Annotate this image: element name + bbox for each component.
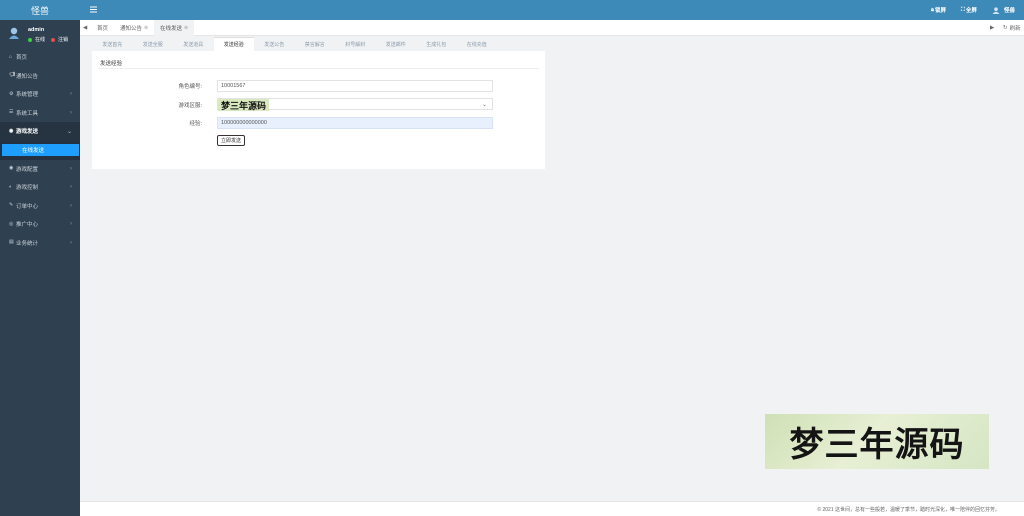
page-tab-label: 通知公告: [120, 26, 143, 32]
sidebar-item-label: 业务统计: [16, 240, 39, 247]
fullscreen-button[interactable]: ⛶ 全屏: [961, 6, 977, 15]
close-icon[interactable]: ⊗: [184, 25, 188, 31]
sidebar: admin 在线 注销 ⌂ 首页 📢︎ 通知公告 ⚙ 系统管理 › ☰ 系统工具 › ◉ 游戏发送 ⌄ 在…: [0, 20, 80, 516]
sidebar-item-label: 系统管理: [16, 92, 39, 99]
user-status: 在线 注销: [28, 36, 68, 43]
page-tabs: ◀︎ 首页 通知公告 ⊗ 在线发送 ⊗ ▶︎ ↻ 刷新: [80, 20, 1024, 36]
logout-link[interactable]: 注销: [58, 36, 68, 43]
sidebar-item[interactable]: ▤ 业务统计 ›: [0, 234, 80, 253]
user-name: admin: [28, 27, 45, 33]
form-panel: 发送经验 角色编号: 10001567 游戏区服: 梦三年源码 ⌄ 经验: 10…: [92, 51, 545, 169]
home-icon: ⌂: [9, 53, 13, 60]
function-tab[interactable]: 发送全服: [133, 37, 174, 51]
sidebar-item-label: 游戏控制: [16, 185, 39, 192]
online-dot-icon: [28, 37, 32, 42]
refresh-button[interactable]: ↻ 刷新: [1003, 20, 1021, 36]
gamepad-icon: ◉: [9, 127, 14, 134]
chevron-right-icon: ›: [70, 184, 72, 191]
sidebar-item[interactable]: ◉ 游戏配置 ›: [0, 160, 80, 179]
game-zone-select[interactable]: 梦三年源码 ⌄: [217, 98, 493, 111]
sidebar-item-label: 通知公告: [16, 73, 39, 80]
function-tab[interactable]: 发送首充: [92, 37, 133, 51]
function-tab[interactable]: 禁言解言: [295, 37, 336, 51]
sidebar-item-label: 游戏配置: [16, 166, 39, 173]
function-tab[interactable]: 发送经验: [213, 37, 254, 51]
sidebar-item-label: 订单中心: [16, 203, 39, 210]
sidebar-item[interactable]: ◎ 推广中心 ›: [0, 215, 80, 234]
menu-toggle-icon[interactable]: [90, 6, 97, 13]
lock-icon: 🔒︎: [931, 6, 934, 13]
sidebar-item-label: 推广中心: [16, 222, 39, 229]
game-zone-label: 游戏区服:: [178, 103, 202, 109]
control-icon: ◐: [9, 183, 13, 190]
refresh-icon: ↻: [1003, 25, 1008, 31]
send-now-button[interactable]: 立即发送: [217, 135, 246, 146]
pencil-icon: ✎: [9, 202, 14, 209]
user-avatar-icon: [992, 6, 1000, 14]
sidebar-item[interactable]: ◉ 游戏发送 ⌄: [0, 122, 80, 141]
zone-watermark: 梦三年源码: [218, 99, 270, 111]
page-tab[interactable]: 通知公告 ⊗: [120, 20, 148, 36]
chevron-right-icon: ›: [70, 239, 72, 246]
top-bar: 🔒︎ 锁屏 ⛶ 全屏 怪兽: [80, 0, 1024, 20]
chart-icon: ▤: [9, 239, 14, 246]
list-icon: ☰: [9, 109, 14, 116]
function-tab[interactable]: 发送邮件: [376, 37, 417, 51]
sidebar-item[interactable]: ✎ 订单中心 ›: [0, 197, 80, 216]
lock-screen-button[interactable]: 🔒︎ 锁屏: [931, 6, 946, 15]
function-tabs: 发送首充 发送全服 发送道具 发送经验 发送公告 禁言解言 封号解封 发送邮件 生成礼包 在线充值: [92, 37, 545, 51]
chevron-down-icon: ⌄: [66, 128, 72, 135]
tab-scroll-left-icon[interactable]: ◀︎: [83, 20, 87, 36]
function-tab[interactable]: 发送道具: [173, 37, 214, 51]
tab-scroll-right-icon[interactable]: ▶︎: [990, 20, 994, 36]
page-tab-label: 在线发送: [160, 26, 183, 32]
chevron-down-icon: ⌄: [481, 102, 487, 108]
function-tab[interactable]: 在线充值: [457, 37, 498, 51]
chevron-right-icon: ›: [70, 91, 72, 98]
experience-input[interactable]: 100000000000000: [217, 117, 493, 129]
avatar: [9, 27, 19, 39]
chevron-right-icon: ›: [70, 109, 72, 116]
eye-icon: ◎: [9, 220, 14, 227]
user-panel: admin 在线 注销: [0, 20, 80, 48]
sidebar-item-label: 首页: [16, 55, 28, 62]
function-tab[interactable]: 发送公告: [254, 37, 295, 51]
watermark-banner: 梦三年源码: [765, 414, 989, 469]
page-tab-label: 首页: [97, 26, 109, 32]
footer-text: © 2021 这世间，总有一些般若，温暖了季节，踏时光深化，唯一陪伴的回忆芬芳。: [817, 507, 1000, 513]
experience-label: 经验:: [189, 121, 202, 127]
close-icon[interactable]: ⊗: [144, 25, 148, 31]
sidebar-item-label: 游戏发送: [16, 129, 39, 136]
function-tab[interactable]: 封号解封: [335, 37, 376, 51]
logout-dot-icon: [51, 37, 56, 42]
megaphone-icon: 📢︎: [9, 72, 16, 79]
online-status: 在线: [35, 37, 46, 43]
footer: © 2021 这世间，总有一些般若，温暖了季节，踏时光深化，唯一陪伴的回忆芬芳。: [80, 501, 1024, 516]
sidebar-item-label: 系统工具: [16, 110, 39, 117]
sidebar-submenu: 在线发送: [0, 140, 80, 160]
sidebar-item[interactable]: ⌂ 首页: [0, 48, 80, 67]
function-tab[interactable]: 生成礼包: [416, 37, 457, 51]
gamepad-icon: ◉: [9, 165, 14, 172]
brand-logo[interactable]: 怪兽: [0, 0, 80, 20]
chevron-right-icon: ›: [70, 221, 72, 228]
sidebar-item[interactable]: ☰ 系统工具 ›: [0, 104, 80, 123]
page-tab[interactable]: 首页: [97, 20, 108, 36]
fullscreen-icon: ⛶: [961, 6, 965, 13]
page-tab[interactable]: 在线发送 ⊗: [154, 20, 195, 36]
sidebar-subitem-active[interactable]: 在线发送: [2, 143, 79, 156]
user-menu-button[interactable]: 怪兽: [992, 6, 1015, 14]
gear-icon: ⚙: [9, 90, 14, 97]
sidebar-item[interactable]: ◐ 游戏控制 ›: [0, 178, 80, 197]
sidebar-menu: ⌂ 首页 📢︎ 通知公告 ⚙ 系统管理 › ☰ 系统工具 › ◉ 游戏发送 ⌄ 在线发送 ◉ 游戏配置 › ◐ 游戏…: [0, 48, 80, 252]
sidebar-item[interactable]: 📢︎ 通知公告: [0, 67, 80, 86]
chevron-right-icon: ›: [70, 165, 72, 172]
panel-title: 发送经验: [100, 61, 123, 67]
role-id-label: 角色编号:: [178, 84, 202, 90]
sidebar-item[interactable]: ⚙ 系统管理 ›: [0, 85, 80, 104]
role-id-input[interactable]: 10001567: [217, 80, 493, 92]
chevron-right-icon: ›: [70, 202, 72, 209]
panel-divider: [98, 68, 539, 69]
brand-title: 怪兽: [30, 5, 49, 16]
